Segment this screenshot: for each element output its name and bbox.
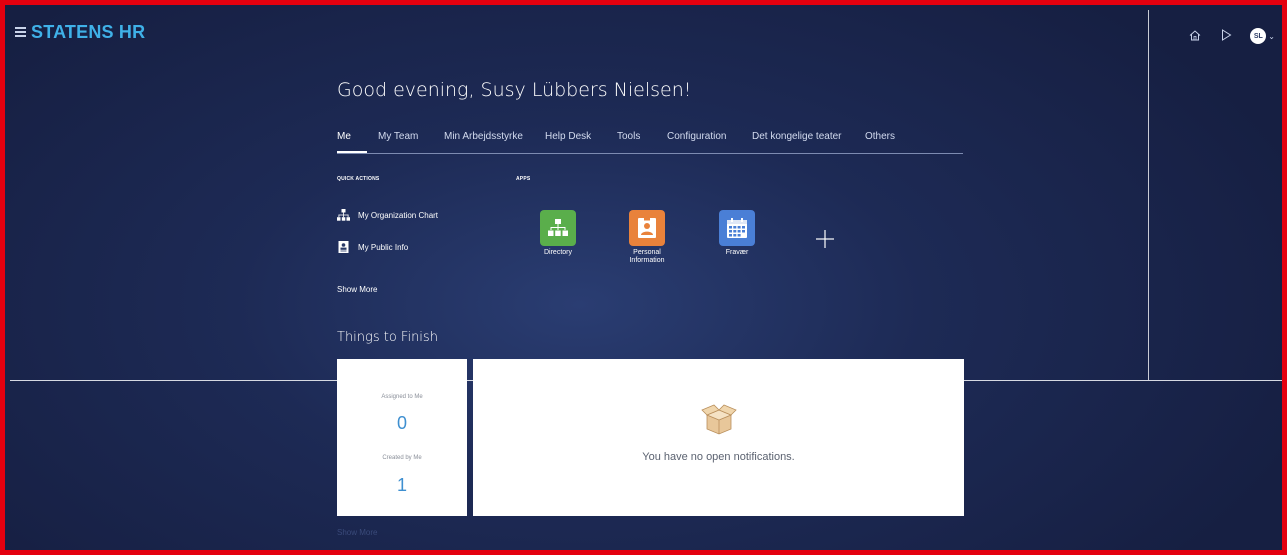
assigned-to-me-count[interactable]: 0 <box>337 413 467 434</box>
open-box-icon <box>701 403 737 440</box>
tab-det-kongelige-teater[interactable]: Det kongelige teater <box>752 131 842 142</box>
things-to-finish-heading: Things to Finish <box>337 330 438 345</box>
active-tab-indicator <box>337 151 367 153</box>
tab-help-desk[interactable]: Help Desk <box>545 131 591 142</box>
quick-actions-show-more-link[interactable]: Show More <box>337 285 377 294</box>
quick-action-label: My Public Info <box>358 242 409 252</box>
personal-information-icon <box>629 210 665 246</box>
top-bar: STATENS HR SL ⌄ <box>10 10 1282 60</box>
empty-notifications-message: You have no open notifications. <box>642 451 795 463</box>
home-icon[interactable] <box>1189 29 1201 43</box>
tab-others[interactable]: Others <box>865 131 895 142</box>
things-to-finish-show-more-link[interactable]: Show More <box>337 528 377 537</box>
quick-action-public-info[interactable]: My Public Info <box>337 241 408 253</box>
calendar-icon <box>719 210 755 246</box>
created-by-me-count[interactable]: 1 <box>337 475 467 496</box>
quick-action-org-chart[interactable]: My Organization Chart <box>337 209 438 221</box>
chevron-down-icon[interactable]: ⌄ <box>1268 32 1275 41</box>
top-right-actions: SL ⌄ <box>1169 28 1275 44</box>
tab-me[interactable]: Me <box>337 131 351 142</box>
org-chart-icon <box>337 209 350 221</box>
tab-tools[interactable]: Tools <box>617 131 640 142</box>
directory-icon <box>540 210 576 246</box>
app-label: Fravær <box>725 249 749 256</box>
apps-heading: APPS <box>516 176 531 182</box>
vertical-divider <box>1148 10 1149 380</box>
app-personal-information[interactable]: Personal Information <box>617 210 677 265</box>
avatar[interactable]: SL <box>1250 28 1267 44</box>
app-label: Personal Information <box>629 249 665 264</box>
navigation-tabs: Me My Team Min Arbejdsstyrke Help Desk T… <box>337 131 963 154</box>
hamburger-menu-icon[interactable] <box>15 27 26 37</box>
tab-my-team[interactable]: My Team <box>378 131 418 142</box>
tab-min-arbejdsstyrke[interactable]: Min Arbejdsstyrke <box>444 131 523 142</box>
app-brand[interactable]: STATENS HR <box>31 22 145 43</box>
app-directory[interactable]: Directory <box>528 210 588 257</box>
task-counts-card: Assigned to Me 0 Created by Me 1 <box>337 359 467 516</box>
quick-actions-heading: QUICK ACTIONS <box>337 176 380 182</box>
created-by-me-label: Created by Me <box>382 455 422 461</box>
app-fravaer[interactable]: Fravær <box>707 210 767 257</box>
notifications-card: You have no open notifications. <box>473 359 964 516</box>
assigned-to-me-label: Assigned to Me <box>381 394 423 400</box>
plus-icon[interactable] <box>815 229 835 253</box>
quick-action-label: My Organization Chart <box>358 210 439 220</box>
tab-configuration[interactable]: Configuration <box>667 131 726 142</box>
id-badge-icon <box>338 241 349 253</box>
app-window: STATENS HR SL ⌄ Good evening, Susy Lübbe… <box>0 0 1287 555</box>
app-label: Directory <box>543 249 572 256</box>
play-icon[interactable] <box>1221 29 1232 43</box>
greeting-heading: Good evening, Susy Lübbers Nielsen! <box>337 79 692 101</box>
